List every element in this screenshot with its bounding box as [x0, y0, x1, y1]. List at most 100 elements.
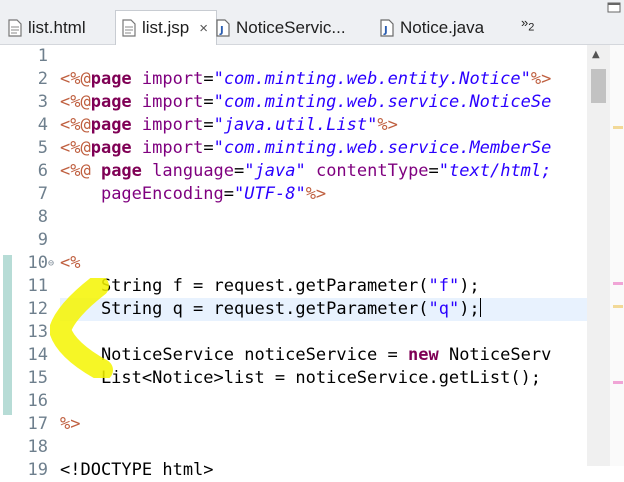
code-token: "com.minting.web.service.MemberSe [213, 138, 552, 158]
line-number: 11 [27, 276, 48, 296]
code-token: %> [377, 115, 398, 135]
jsp-file-icon [122, 19, 136, 37]
code-token: ); [459, 299, 480, 319]
fold-toggle-icon[interactable]: ⊖ [48, 252, 54, 275]
code-token: import [141, 92, 204, 112]
code-line[interactable]: List<Notice>list = noticeService.getList… [60, 367, 541, 390]
tab-overflow-button[interactable]: »2 [521, 15, 534, 34]
code-token: = [234, 161, 245, 181]
code-token: %> [530, 69, 552, 89]
line-number: 10 [27, 253, 48, 273]
editor-tab-bar: list.html list.jsp × J NoticeServic... J… [0, 0, 624, 45]
tab-label: list.html [28, 18, 86, 37]
code-token: import [141, 69, 204, 89]
code-token: = [203, 115, 214, 135]
code-line[interactable]: <%@page import="com.minting.web.entity.N… [60, 68, 551, 91]
code-line[interactable]: String q = request.getParameter("q"); [60, 298, 481, 321]
code-token: %> [305, 184, 327, 204]
code-token: = [428, 161, 439, 181]
code-token: %> [60, 414, 81, 434]
code-token: "java" [244, 161, 306, 181]
overview-mark[interactable] [613, 305, 623, 308]
code-line[interactable]: pageEncoding="UTF-8"%> [60, 183, 326, 206]
overview-mark[interactable] [613, 282, 623, 285]
overview-mark[interactable] [613, 381, 623, 384]
code-token: "text/html; [438, 161, 552, 181]
code-token: = [203, 138, 214, 158]
line-number: 4 [37, 115, 48, 135]
code-token: "com.minting.web.service.NoticeSe [213, 92, 552, 112]
code-token: <%@ [60, 115, 91, 135]
vertical-scrollbar[interactable]: ▲ [587, 45, 610, 466]
code-line[interactable]: <!DOCTYPE html> [60, 459, 214, 482]
code-line[interactable]: %> [60, 413, 80, 436]
scrollbar-thumb[interactable] [591, 69, 606, 103]
line-number: 17 [27, 414, 48, 434]
code-token: <%@ [60, 161, 101, 181]
code-line[interactable]: <%@page import="com.minting.web.service.… [60, 137, 551, 160]
code-token: = [203, 92, 214, 112]
code-token: <% [60, 253, 81, 273]
line-number: 5 [37, 138, 48, 158]
code-line[interactable]: <% [60, 252, 80, 275]
overview-ruler[interactable] [610, 45, 624, 466]
tab-label: list.jsp [142, 18, 190, 37]
code-token: new [408, 345, 439, 365]
text-caret [479, 298, 481, 317]
code-line[interactable]: String f = request.getParameter("f"); [60, 275, 480, 298]
java-file-icon: J [380, 19, 394, 37]
code-token: = [203, 69, 214, 89]
code-token: import [141, 138, 204, 158]
code-token: List<Notice>list = noticeService.getList… [60, 368, 542, 388]
svg-text:J: J [219, 25, 224, 36]
line-number: 9 [37, 230, 48, 250]
code-token: <%@ [60, 138, 91, 158]
line-number: 18 [27, 437, 48, 457]
code-token: page [90, 69, 142, 89]
line-number: 6 [37, 161, 48, 181]
code-token: <%@ [60, 69, 91, 89]
highlighter-stroke [50, 278, 113, 378]
code-line[interactable]: <%@page import="java.util.List"%> [60, 114, 398, 137]
overview-mark[interactable] [613, 126, 623, 129]
close-icon[interactable]: × [199, 20, 208, 37]
line-number: 13 [27, 322, 48, 342]
minimize-icon[interactable] [604, 0, 624, 14]
code-token: pageEncoding [100, 184, 224, 204]
tab-label: Notice.java [400, 18, 485, 37]
code-token: page [90, 92, 142, 112]
code-token: contentType [315, 161, 429, 181]
code-token: "UTF-8" [234, 184, 306, 204]
code-token: "f" [428, 276, 460, 296]
line-number: 2 [37, 69, 48, 89]
tab-notice-java[interactable]: J Notice.java [380, 13, 484, 43]
tab-list-html[interactable]: list.html [8, 13, 86, 43]
html-file-icon [8, 19, 22, 37]
code-token: = [223, 184, 235, 204]
scroll-up-icon[interactable]: ▲ [592, 49, 600, 60]
line-number: 16 [27, 391, 48, 411]
line-number: 12 [27, 299, 48, 319]
code-token: import [141, 115, 204, 135]
svg-text:J: J [383, 25, 388, 36]
code-token: NoticeServ [438, 345, 552, 365]
tab-list-jsp[interactable]: list.jsp × [115, 10, 217, 45]
code-editor[interactable]: 1 2 <%@page import="com.minting.web.entity… [0, 45, 587, 480]
code-token: page [100, 161, 153, 181]
line-number: 15 [27, 368, 48, 388]
line-number: 1 [37, 46, 48, 66]
line-number: 8 [37, 207, 48, 227]
code-token: ); [459, 276, 480, 296]
code-line[interactable]: <%@page import="com.minting.web.service.… [60, 91, 551, 114]
code-token: <!DOCTYPE html> [60, 460, 214, 480]
line-number: 14 [27, 345, 48, 365]
java-file-icon: J [216, 19, 230, 37]
code-line[interactable]: <%@ page language="java" contentType="te… [60, 160, 551, 183]
code-token: "q" [428, 299, 460, 319]
tab-noticeservice[interactable]: J NoticeServic... [216, 13, 346, 43]
line-number: 7 [37, 184, 48, 204]
code-token: "java.util.List" [213, 115, 378, 135]
code-line[interactable]: NoticeService noticeService = new Notice… [60, 344, 551, 367]
